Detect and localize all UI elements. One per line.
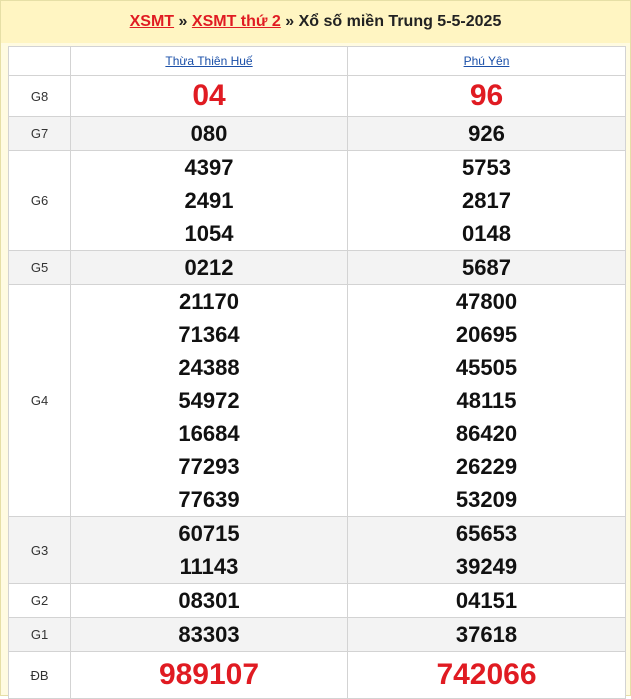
prize-row: ĐB 989107 742066 — [8, 651, 626, 699]
results-panel: XSMT » XSMT thứ 2 » Xổ số miền Trung 5-5… — [0, 0, 631, 699]
prize-number: 26229 — [455, 454, 518, 479]
prize-cell: 0212 — [70, 250, 348, 285]
prize-label: ĐB — [8, 651, 71, 699]
breadcrumb: XSMT » XSMT thứ 2 » Xổ số miền Trung 5-5… — [1, 1, 630, 43]
prize-row: G2 08301 04151 — [8, 583, 626, 618]
prize-label: G7 — [8, 116, 71, 151]
prize-cell: 96 — [347, 75, 626, 117]
prize-cell: 04151 — [347, 583, 626, 618]
prize-cell: 65653 39249 — [347, 516, 626, 584]
prize-number: 77293 — [178, 454, 240, 479]
results-table: Thừa Thiên Huế Phú Yên G8 04 96 G7 080 926 G6 4… — [8, 46, 626, 699]
prize-number: 48115 — [456, 388, 517, 413]
prize-number: 926 — [468, 121, 505, 146]
prize-cell: 08301 — [70, 583, 348, 618]
prize-number: 04151 — [455, 588, 518, 613]
prize-row: G5 0212 5687 — [8, 250, 626, 285]
prize-number: 54972 — [178, 388, 240, 413]
prize-cell: 742066 — [347, 651, 626, 699]
prize-number: 83303 — [178, 622, 240, 647]
prize-number: 742066 — [436, 658, 537, 691]
prize-number: 60715 — [178, 521, 240, 546]
province-header-row: Thừa Thiên Huế Phú Yên — [8, 46, 626, 76]
prize-cell: 83303 — [70, 617, 348, 652]
prize-cell: 080 — [70, 116, 348, 151]
prize-number: 04 — [192, 79, 226, 112]
page-title: Xổ số miền Trung 5-5-2025 — [298, 13, 502, 30]
breadcrumb-separator: » — [178, 13, 188, 30]
prize-cell: 60715 11143 — [70, 516, 348, 584]
prize-number: 39249 — [455, 554, 518, 579]
prize-number: 24388 — [178, 355, 240, 380]
prize-number: 5753 — [462, 155, 511, 180]
prize-number: 080 — [190, 121, 228, 146]
prize-column-header — [8, 46, 71, 76]
prize-number: 65653 — [455, 521, 518, 546]
prize-number: 2491 — [184, 188, 234, 213]
province-link-phu-yen[interactable]: Phú Yên — [464, 54, 510, 68]
prize-row: G4 21170 71364 24388 54972 16684 77293 77639 478… — [8, 284, 626, 517]
prize-number: 989107 — [158, 658, 260, 691]
province-link-hue[interactable]: Thừa Thiên Huế — [165, 54, 252, 68]
prize-cell: 926 — [347, 116, 626, 151]
prize-number: 47800 — [455, 289, 518, 314]
prize-row: G1 83303 37618 — [8, 617, 626, 652]
prize-number: 1054 — [184, 221, 234, 246]
prize-number: 71364 — [178, 322, 240, 347]
prize-number: 0212 — [184, 255, 234, 280]
prize-label: G5 — [8, 250, 71, 285]
prize-cell: 5753 2817 0148 — [347, 150, 626, 251]
prize-row: G3 60715 11143 65653 39249 — [8, 516, 626, 584]
prize-cell: 04 — [70, 75, 348, 117]
prize-number: 86420 — [455, 421, 518, 446]
prize-cell: 37618 — [347, 617, 626, 652]
prize-row: G6 4397 2491 1054 5753 2817 0148 — [8, 150, 626, 251]
xsmt-thu2-link[interactable]: XSMT thứ 2 — [192, 13, 281, 30]
prize-cell: 989107 — [70, 651, 348, 699]
prize-row: G7 080 926 — [8, 116, 626, 151]
prize-number: 37618 — [455, 622, 518, 647]
prize-number: 5687 — [462, 255, 511, 280]
prize-number: 11143 — [179, 554, 239, 579]
prize-cell: 5687 — [347, 250, 626, 285]
prize-number: 20695 — [455, 322, 518, 347]
prize-label: G1 — [8, 617, 71, 652]
prize-number: 96 — [469, 79, 504, 112]
prize-number: 0148 — [462, 221, 511, 246]
xsmt-link[interactable]: XSMT — [130, 13, 174, 30]
prize-label: G6 — [8, 150, 71, 251]
prize-number: 16684 — [178, 421, 240, 446]
prize-number: 2817 — [462, 188, 511, 213]
breadcrumb-separator: » — [285, 13, 295, 30]
prize-number: 08301 — [178, 588, 240, 613]
prize-number: 53209 — [455, 487, 518, 512]
prize-cell: 4397 2491 1054 — [70, 150, 348, 251]
prize-label: G8 — [8, 75, 71, 117]
province-header: Thừa Thiên Huế — [70, 46, 348, 76]
prize-row: G8 04 96 — [8, 75, 626, 117]
prize-label: G4 — [8, 284, 71, 517]
prize-number: 4397 — [184, 155, 234, 180]
province-header: Phú Yên — [347, 46, 626, 76]
prize-label: G2 — [8, 583, 71, 618]
prize-label: G3 — [8, 516, 71, 584]
prize-cell: 47800 20695 45505 48115 86420 26229 53209 — [347, 284, 626, 517]
prize-number: 45505 — [455, 355, 518, 380]
prize-cell: 21170 71364 24388 54972 16684 77293 77639 — [70, 284, 348, 517]
prize-number: 21170 — [179, 289, 239, 314]
prize-number: 77639 — [178, 487, 240, 512]
